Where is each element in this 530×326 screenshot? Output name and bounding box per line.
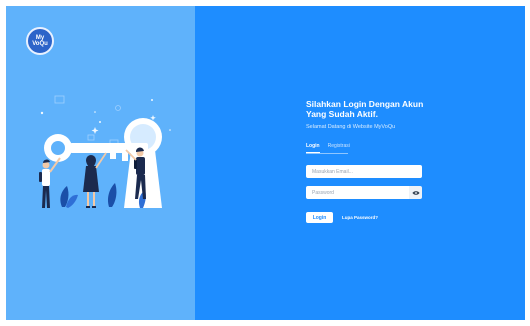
tab-login[interactable]: Login — [306, 143, 320, 153]
eye-icon — [412, 190, 419, 195]
person-middle — [83, 152, 107, 208]
login-panel — [195, 6, 525, 320]
email-input[interactable] — [306, 165, 422, 178]
login-title: Silahkan Login Dengan Akun Yang Sudah Ak… — [306, 99, 506, 119]
login-title-line2: Yang Sudah Aktif. — [306, 109, 378, 119]
auth-tabs: Login Registrasi — [306, 143, 350, 153]
tab-registrasi[interactable]: Registrasi — [328, 143, 350, 153]
tab-underline — [306, 153, 348, 154]
password-input[interactable] — [306, 186, 409, 199]
login-subtitle: Selamat Datang di Website MyVoQu — [306, 124, 396, 130]
login-button[interactable]: Login — [306, 212, 333, 223]
login-title-line1: Silahkan Login Dengan Akun — [306, 99, 424, 109]
person-left — [39, 157, 61, 208]
forgot-password-link[interactable]: Lupa Password? — [342, 215, 378, 220]
page: My VoQu Silahkan Login Dengan Akun Yang … — [0, 0, 530, 326]
toggle-password-button[interactable] — [409, 186, 422, 199]
